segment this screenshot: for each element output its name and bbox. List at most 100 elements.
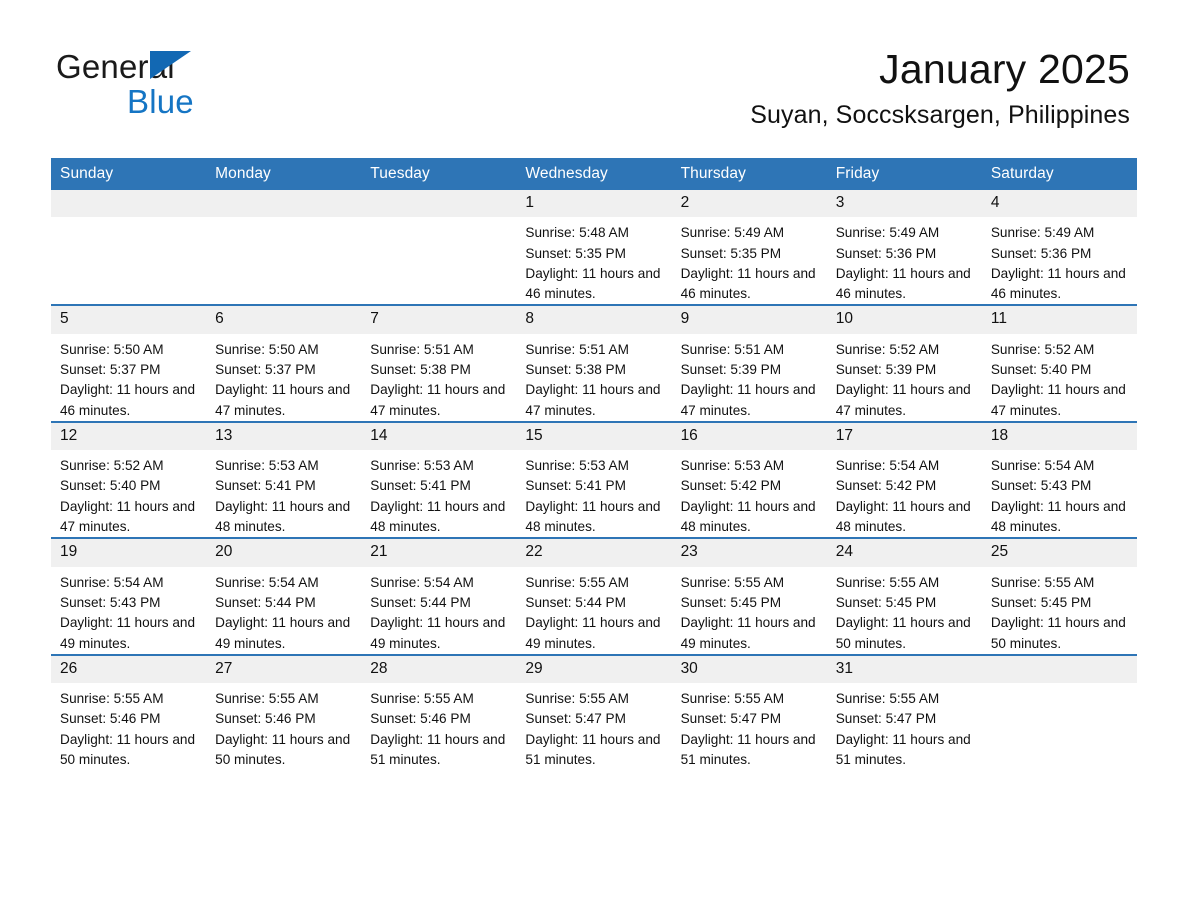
day-details: Sunrise: 5:52 AM Sunset: 5:39 PM Daylight:… (827, 334, 982, 421)
daylight-text: Daylight: 11 hours and 47 minutes. (370, 382, 506, 418)
day-cell[interactable]: 18 Sunrise: 5:54 AM Sunset: 5:43 PM Dayligh… (981, 420, 1137, 539)
day-number: 4 (981, 190, 1137, 218)
day-cell[interactable]: 14 Sunrise: 5:53 AM Sunset: 5:41 PM Dayligh… (361, 420, 517, 539)
sunrise-text: Sunrise: 5:55 AM (835, 574, 940, 590)
sunset-text: Sunset: 5:38 PM (525, 362, 626, 378)
day-details: Sunrise: 5:49 AM Sunset: 5:35 PM Daylight:… (672, 217, 827, 304)
day-cell[interactable]: 28 Sunrise: 5:55 AM Sunset: 5:46 PM Dayligh… (361, 653, 517, 771)
sunrise-text: Sunrise: 5:50 AM (60, 341, 164, 357)
daylight-text: Daylight: 11 hours and 47 minutes. (215, 382, 351, 418)
day-details: Sunrise: 5:55 AM Sunset: 5:45 PM Daylight:… (827, 567, 982, 654)
day-cell[interactable]: 7 Sunrise: 5:51 AM Sunset: 5:38 PM Daylight… (361, 304, 517, 422)
day-cell[interactable]: 19 Sunrise: 5:54 AM Sunset: 5:43 PM Dayligh… (51, 537, 207, 655)
sunrise-text: Sunrise: 5:55 AM (680, 691, 785, 707)
day-number (51, 190, 207, 218)
day-cell[interactable]: 26 Sunrise: 5:55 AM Sunset: 5:46 PM Dayligh… (51, 653, 207, 771)
day-details: Sunrise: 5:55 AM Sunset: 5:46 PM Daylight:… (51, 683, 206, 770)
day-cell[interactable]: 15 Sunrise: 5:53 AM Sunset: 5:41 PM Dayligh… (516, 420, 672, 539)
day-number: 28 (361, 655, 517, 684)
sunset-text: Sunset: 5:45 PM (990, 594, 1092, 610)
sunrise-text: Sunrise: 5:52 AM (990, 341, 1095, 357)
sunrise-text: Sunrise: 5:55 AM (370, 691, 474, 707)
day-cell[interactable]: 13 Sunrise: 5:53 AM Sunset: 5:41 PM Dayligh… (206, 420, 362, 539)
day-cell[interactable]: 3 Sunrise: 5:49 AM Sunset: 5:36 PM Daylight… (826, 190, 982, 306)
day-details: Sunrise: 5:53 AM Sunset: 5:41 PM Daylight:… (516, 450, 671, 537)
day-details: Sunrise: 5:53 AM Sunset: 5:42 PM Daylight:… (672, 450, 827, 537)
sunset-text: Sunset: 5:42 PM (680, 478, 782, 494)
page-subtitle: Suyan, Soccsksargen, Philippines (750, 101, 1130, 130)
day-cell[interactable]: 23 Sunrise: 5:55 AM Sunset: 5:45 PM Dayligh… (671, 537, 827, 655)
day-cell[interactable]: 6 Sunrise: 5:50 AM Sunset: 5:37 PM Daylight… (206, 304, 362, 422)
sunset-text: Sunset: 5:41 PM (215, 478, 316, 494)
day-number: 27 (206, 655, 362, 684)
day-number (206, 190, 362, 218)
day-cell[interactable]: 31 Sunrise: 5:55 AM Sunset: 5:47 PM Dayligh… (826, 653, 982, 771)
day-cell[interactable]: 16 Sunrise: 5:53 AM Sunset: 5:42 PM Dayligh… (671, 420, 827, 539)
day-number: 12 (51, 422, 207, 451)
daylight-text: Daylight: 11 hours and 50 minutes. (835, 615, 971, 651)
sunrise-text: Sunrise: 5:55 AM (990, 574, 1095, 590)
weekday-header-friday: Friday (826, 158, 982, 190)
day-details: Sunrise: 5:49 AM Sunset: 5:36 PM Daylight:… (982, 217, 1137, 304)
sunset-text: Sunset: 5:44 PM (525, 594, 626, 610)
sunrise-text: Sunrise: 5:54 AM (60, 574, 164, 590)
daylight-text: Daylight: 11 hours and 48 minutes. (215, 498, 351, 535)
day-cell[interactable]: 20 Sunrise: 5:54 AM Sunset: 5:44 PM Dayligh… (206, 537, 362, 655)
day-cell[interactable]: 25 Sunrise: 5:55 AM Sunset: 5:45 PM Dayligh… (981, 537, 1137, 655)
day-number: 2 (671, 190, 827, 218)
weekday-header-sunday: Sunday (51, 158, 207, 190)
day-cell[interactable]: 24 Sunrise: 5:55 AM Sunset: 5:45 PM Dayligh… (826, 537, 982, 655)
day-cell[interactable]: 27 Sunrise: 5:55 AM Sunset: 5:46 PM Dayligh… (206, 653, 362, 771)
day-cell[interactable]: 2 Sunrise: 5:49 AM Sunset: 5:35 PM Daylight… (671, 190, 827, 306)
sunrise-text: Sunrise: 5:50 AM (215, 341, 319, 357)
day-cell[interactable]: 29 Sunrise: 5:55 AM Sunset: 5:47 PM Dayligh… (516, 653, 672, 771)
day-cell[interactable]: 9 Sunrise: 5:51 AM Sunset: 5:39 PM Daylight… (671, 304, 827, 422)
sunrise-text: Sunrise: 5:51 AM (525, 341, 629, 357)
day-details: Sunrise: 5:52 AM Sunset: 5:40 PM Daylight:… (982, 334, 1137, 421)
day-details: Sunrise: 5:55 AM Sunset: 5:46 PM Daylight:… (206, 683, 361, 770)
sunset-text: Sunset: 5:46 PM (370, 711, 471, 727)
general-blue-logo[interactable]: General Blue (56, 50, 194, 118)
day-cell[interactable]: 8 Sunrise: 5:51 AM Sunset: 5:38 PM Daylight… (516, 304, 672, 422)
day-cell-empty (981, 653, 1137, 771)
day-details: Sunrise: 5:55 AM Sunset: 5:47 PM Daylight:… (827, 683, 982, 770)
day-details: Sunrise: 5:51 AM Sunset: 5:39 PM Daylight:… (672, 334, 827, 421)
day-cell[interactable]: 21 Sunrise: 5:54 AM Sunset: 5:44 PM Dayligh… (361, 537, 517, 655)
day-details: Sunrise: 5:55 AM Sunset: 5:45 PM Daylight:… (982, 567, 1137, 654)
day-number: 24 (826, 539, 982, 567)
sunrise-text: Sunrise: 5:55 AM (835, 691, 940, 707)
calendar-page: General Blue January 2025 Suyan, Soccsks… (0, 0, 1188, 918)
page-title: January 2025 (879, 46, 1130, 92)
day-cell[interactable]: 30 Sunrise: 5:55 AM Sunset: 5:47 PM Dayligh… (671, 653, 827, 771)
day-cell[interactable]: 10 Sunrise: 5:52 AM Sunset: 5:39 PM Dayligh… (826, 304, 982, 422)
day-cell-empty (206, 190, 362, 306)
day-cell[interactable]: 11 Sunrise: 5:52 AM Sunset: 5:40 PM Dayligh… (981, 304, 1137, 422)
title-block: January 2025 Suyan, Soccsksargen, Philip… (750, 46, 1130, 130)
day-cell[interactable]: 22 Sunrise: 5:55 AM Sunset: 5:44 PM Dayligh… (516, 537, 672, 655)
daylight-text: Daylight: 11 hours and 50 minutes. (990, 615, 1126, 651)
sunrise-text: Sunrise: 5:54 AM (835, 458, 940, 474)
day-number: 22 (516, 539, 672, 567)
day-details: Sunrise: 5:52 AM Sunset: 5:40 PM Daylight:… (51, 450, 206, 537)
day-cell[interactable]: 5 Sunrise: 5:50 AM Sunset: 5:37 PM Daylight… (51, 304, 207, 422)
day-number: 1 (516, 190, 672, 218)
sunset-text: Sunset: 5:42 PM (835, 478, 937, 494)
day-cell[interactable]: 4 Sunrise: 5:49 AM Sunset: 5:36 PM Daylight… (981, 190, 1137, 306)
daylight-text: Daylight: 11 hours and 47 minutes. (525, 382, 661, 418)
daylight-text: Daylight: 11 hours and 49 minutes. (370, 615, 506, 651)
day-number: 29 (516, 655, 672, 684)
sunset-text: Sunset: 5:44 PM (215, 594, 316, 610)
daylight-text: Daylight: 11 hours and 49 minutes. (680, 615, 816, 651)
day-details: Sunrise: 5:50 AM Sunset: 5:37 PM Daylight:… (51, 334, 206, 421)
sunrise-text: Sunrise: 5:51 AM (370, 341, 474, 357)
sunrise-text: Sunrise: 5:54 AM (215, 574, 319, 590)
sunset-text: Sunset: 5:47 PM (525, 711, 626, 727)
day-details: Sunrise: 5:51 AM Sunset: 5:38 PM Daylight:… (516, 334, 671, 421)
day-cell[interactable]: 17 Sunrise: 5:54 AM Sunset: 5:42 PM Dayligh… (826, 420, 982, 539)
weekday-header-thursday: Thursday (671, 158, 827, 190)
day-number: 18 (981, 422, 1137, 451)
day-cell[interactable]: 1 Sunrise: 5:48 AM Sunset: 5:35 PM Daylight… (516, 190, 672, 306)
weekday-header-monday: Monday (206, 158, 362, 190)
daylight-text: Daylight: 11 hours and 46 minutes. (990, 265, 1126, 302)
day-cell[interactable]: 12 Sunrise: 5:52 AM Sunset: 5:40 PM Dayligh… (51, 420, 207, 539)
